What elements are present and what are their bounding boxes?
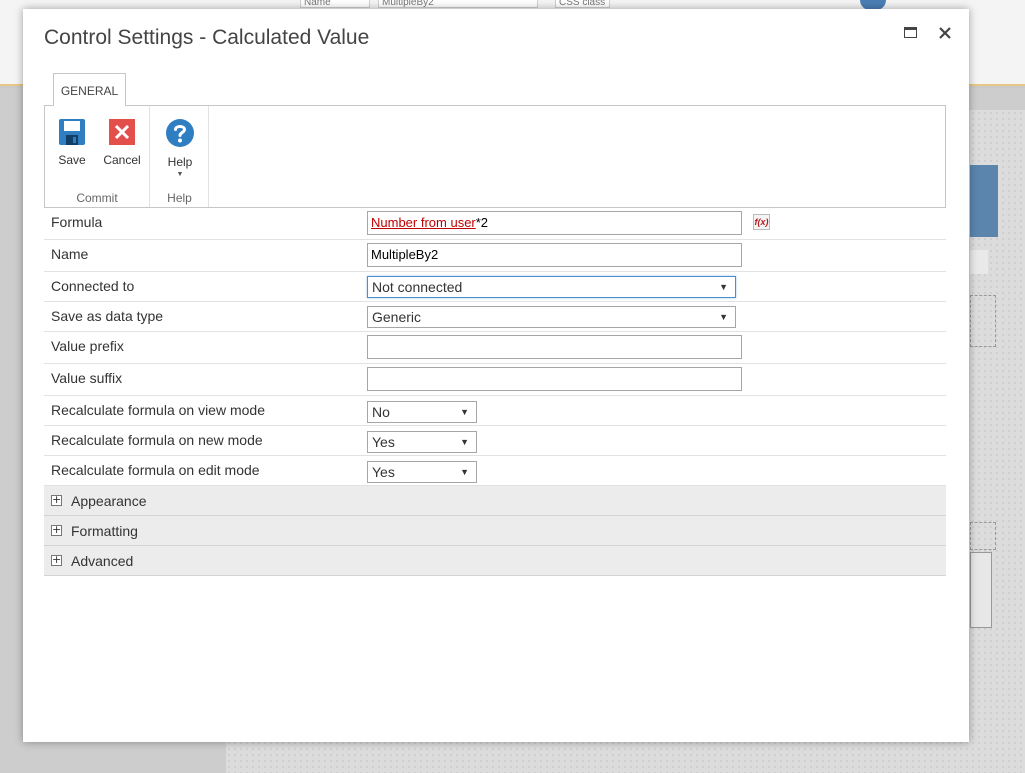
bg-field-value: MultipleBy2 [378, 0, 538, 8]
bg-box [970, 552, 992, 628]
section-appearance-title: Appearance [71, 493, 147, 509]
expand-icon: + [51, 523, 62, 536]
help-button[interactable]: Help ▼ [163, 118, 197, 178]
save-button[interactable]: Save [56, 118, 88, 167]
formula-suffix: *2 [475, 215, 489, 230]
connected-to-value: Not connected [372, 279, 463, 295]
bg-box [970, 522, 996, 550]
cancel-button[interactable]: Cancel [102, 118, 142, 167]
group-label-help: Help [167, 191, 192, 205]
formula-label: Formula [51, 214, 103, 230]
settings-form: Formula Number from user*2 f(x) Name Mul… [44, 208, 946, 576]
name-input[interactable]: MultipleBy2 [367, 243, 742, 267]
formula-input[interactable]: Number from user*2 [367, 211, 742, 235]
ribbon-group-commit: Save Cancel Commit [45, 106, 150, 207]
value-prefix-label: Value prefix [51, 338, 124, 354]
maximize-icon [904, 27, 917, 38]
save-as-value: Generic [372, 309, 422, 325]
recalc-edit-value: Yes [372, 464, 395, 480]
value-suffix-row: Value suffix [44, 364, 946, 396]
cancel-icon [109, 119, 135, 145]
recalc-edit-control: Yes ▼ [367, 461, 477, 483]
chevron-down-icon: ▼ [460, 437, 469, 447]
recalc-new-control: Yes ▼ [367, 431, 477, 453]
name-row: Name MultipleBy2 [44, 240, 946, 272]
save-icon [59, 119, 85, 145]
help-label: Help [167, 155, 193, 169]
dialog-title: Control Settings - Calculated Value [44, 26, 370, 49]
bg-box [970, 250, 988, 274]
tab-general[interactable]: GENERAL [53, 73, 126, 106]
expand-icon: + [51, 493, 62, 506]
recalc-view-select[interactable]: No ▼ [367, 401, 477, 423]
value-suffix-label: Value suffix [51, 370, 123, 386]
chevron-down-icon: ▼ [460, 467, 469, 477]
expand-icon: + [51, 553, 62, 566]
recalc-view-control: No ▼ [367, 401, 477, 423]
name-control: MultipleBy2 [367, 243, 742, 267]
recalc-edit-select[interactable]: Yes ▼ [367, 461, 477, 483]
bg-field-css: CSS class [555, 0, 610, 8]
formula-reference-link[interactable]: Number from user [371, 215, 476, 230]
save-as-control: Generic ▼ [367, 306, 736, 328]
save-as-row: Save as data type Generic ▼ [44, 302, 946, 332]
bg-field-label: Name [300, 0, 370, 8]
help-icon [166, 119, 194, 147]
save-as-select[interactable]: Generic ▼ [367, 306, 736, 328]
formula-row: Formula Number from user*2 f(x) [44, 208, 946, 240]
connected-to-control: Not connected ▼ [367, 276, 736, 298]
name-label: Name [51, 246, 89, 262]
connected-to-label: Connected to [51, 278, 135, 294]
value-prefix-row: Value prefix [44, 332, 946, 364]
recalc-view-label: Recalculate formula on view mode [51, 402, 265, 418]
recalc-new-row: Recalculate formula on new mode Yes ▼ [44, 426, 946, 456]
save-label: Save [58, 153, 86, 167]
section-formatting-title: Formatting [71, 523, 138, 539]
recalc-new-value: Yes [372, 434, 395, 450]
value-prefix-input[interactable] [367, 335, 742, 359]
section-advanced-title: Advanced [71, 553, 134, 569]
section-advanced[interactable]: + Advanced [44, 546, 946, 576]
connected-to-row: Connected to Not connected ▼ [44, 272, 946, 302]
value-prefix-control [367, 335, 742, 359]
dropdown-caret-icon: ▼ [176, 171, 184, 178]
recalc-view-row: Recalculate formula on view mode No ▼ [44, 396, 946, 426]
formula-builder-icon[interactable]: f(x) [753, 214, 770, 230]
group-label-commit: Commit [76, 191, 118, 205]
cancel-label: Cancel [103, 153, 141, 167]
control-settings-dialog: Control Settings - Calculated Value GENE… [23, 9, 969, 742]
chevron-down-icon: ▼ [460, 407, 469, 417]
recalc-new-select[interactable]: Yes ▼ [367, 431, 477, 453]
bg-blue-block [970, 165, 998, 237]
recalc-new-label: Recalculate formula on new mode [51, 432, 263, 448]
section-formatting[interactable]: + Formatting [44, 516, 946, 546]
value-suffix-input[interactable] [367, 367, 742, 391]
recalc-view-value: No [372, 404, 390, 420]
ribbon: Save Cancel Commit Help ▼ Help [44, 105, 946, 208]
recalc-edit-row: Recalculate formula on edit mode Yes ▼ [44, 456, 946, 486]
connected-to-select[interactable]: Not connected ▼ [367, 276, 736, 298]
close-icon [939, 27, 951, 39]
chevron-down-icon: ▼ [719, 312, 728, 322]
formula-control: Number from user*2 f(x) [367, 211, 770, 235]
value-suffix-control [367, 367, 742, 391]
maximize-button[interactable] [900, 23, 920, 43]
section-appearance[interactable]: + Appearance [44, 486, 946, 516]
recalc-edit-label: Recalculate formula on edit mode [51, 462, 260, 478]
save-as-label: Save as data type [51, 308, 164, 324]
chevron-down-icon: ▼ [719, 282, 728, 292]
ribbon-group-help: Help ▼ Help [151, 106, 209, 207]
close-button[interactable] [935, 23, 955, 43]
bg-box [970, 295, 996, 347]
